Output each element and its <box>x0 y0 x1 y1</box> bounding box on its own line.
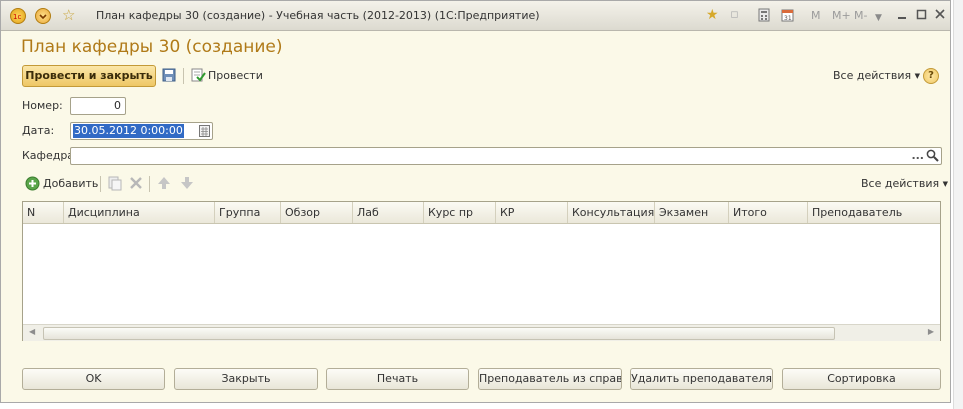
background-window-edge <box>953 0 963 409</box>
column-header-course-practice[interactable]: Курс пр <box>423 202 495 223</box>
minimize-icon[interactable] <box>897 8 907 26</box>
form-window: 1c ☆ План кафедры 30 (создание) - Учебна… <box>0 0 951 403</box>
post-and-close-button[interactable]: Провести и закрыть <box>22 65 156 87</box>
table-all-actions-label: Все действия <box>861 177 940 190</box>
table-all-actions-menu[interactable]: Все действия ▼ <box>861 177 948 190</box>
scroll-left-icon[interactable]: ◀ <box>29 327 35 336</box>
department-field[interactable]: ... <box>70 147 942 165</box>
calculator-icon[interactable] <box>758 8 770 26</box>
move-up-icon[interactable] <box>157 176 171 193</box>
move-down-icon[interactable] <box>180 176 194 193</box>
all-actions-menu[interactable]: Все действия ▼ <box>833 69 920 82</box>
memory-minus-button[interactable]: M- <box>854 9 867 22</box>
column-header-total[interactable]: Итого <box>728 202 807 223</box>
toolbar-separator <box>183 68 184 84</box>
memory-plus-button[interactable]: M+ <box>832 9 851 22</box>
app-logo-icon[interactable]: 1c <box>10 8 26 24</box>
window-title: План кафедры 30 (создание) - Учебная час… <box>96 9 540 22</box>
close-button[interactable]: Закрыть <box>174 368 318 390</box>
memory-m-button[interactable]: M <box>811 9 821 22</box>
date-field[interactable]: 30.05.2012 0:00:00 <box>70 122 213 140</box>
search-icon[interactable] <box>926 149 939 167</box>
post-icon[interactable] <box>190 67 206 86</box>
calendar-picker-icon[interactable] <box>199 125 210 142</box>
main-menu-icon[interactable] <box>35 8 51 24</box>
svg-text:1c: 1c <box>13 13 21 21</box>
scrollbar-thumb[interactable] <box>43 327 835 340</box>
add-icon[interactable] <box>25 176 40 194</box>
plan-table[interactable]: N Дисциплина Группа Обзор Лаб Курс пр КР… <box>22 201 941 341</box>
select-from-list-button[interactable]: ... <box>911 148 924 164</box>
title-bar: 1c ☆ План кафедры 30 (создание) - Учебна… <box>1 1 950 31</box>
print-button[interactable]: Печать <box>326 368 469 390</box>
dropdown-arrow-icon: ▼ <box>942 180 948 188</box>
scroll-right-icon[interactable]: ▶ <box>928 327 934 336</box>
column-header-consultation[interactable]: Консультация <box>567 202 654 223</box>
save-icon[interactable] <box>162 68 176 85</box>
column-header-exam[interactable]: Экзамен <box>654 202 728 223</box>
chevron-down-icon[interactable]: ▼ <box>875 11 882 25</box>
maximize-icon[interactable] <box>916 8 927 26</box>
column-header-group[interactable]: Группа <box>214 202 280 223</box>
number-label: Номер: <box>22 99 63 112</box>
copy-icon[interactable] <box>107 175 123 194</box>
column-header-n[interactable]: N <box>23 202 63 223</box>
close-icon[interactable] <box>935 8 946 26</box>
ok-button[interactable]: OK <box>22 368 165 390</box>
toolbar-separator <box>100 176 101 192</box>
column-header-kr[interactable]: КР <box>495 202 567 223</box>
column-header-lab[interactable]: Лаб <box>352 202 423 223</box>
number-field[interactable]: 0 <box>70 97 126 115</box>
teacher-from-reference-button[interactable]: Преподаватель из справ... <box>478 368 622 390</box>
post-button[interactable]: Провести <box>208 69 263 82</box>
column-header-discipline[interactable]: Дисциплина <box>63 202 214 223</box>
help-label: ? <box>928 70 934 81</box>
link-icon[interactable]: ▫ <box>730 8 739 22</box>
table-header: N Дисциплина Группа Обзор Лаб Курс пр КР… <box>23 202 940 224</box>
svg-text:31: 31 <box>784 15 792 22</box>
add-button[interactable]: Добавить <box>43 177 98 190</box>
toolbar-separator <box>149 176 150 192</box>
column-header-overview[interactable]: Обзор <box>280 202 352 223</box>
help-button[interactable]: ? <box>923 68 939 84</box>
column-header-teacher[interactable]: Преподаватель <box>807 202 940 223</box>
calendar-icon[interactable]: 31 <box>781 8 794 26</box>
sort-button[interactable]: Сортировка <box>782 368 941 390</box>
horizontal-scrollbar[interactable]: ◀ ▶ <box>23 324 940 341</box>
delete-icon[interactable] <box>129 176 143 193</box>
delete-teacher-button[interactable]: Удалить преподавателя <box>630 368 773 390</box>
date-value: 30.05.2012 0:00:00 <box>73 124 184 138</box>
form-title: План кафедры 30 (создание) <box>21 37 283 57</box>
date-label: Дата: <box>22 124 55 137</box>
favorites-star-icon[interactable]: ☆ <box>62 8 75 23</box>
number-value: 0 <box>114 99 121 112</box>
dropdown-arrow-icon: ▼ <box>914 72 920 80</box>
add-to-favorites-icon[interactable]: ★ <box>706 8 719 22</box>
all-actions-label: Все действия <box>833 69 912 82</box>
